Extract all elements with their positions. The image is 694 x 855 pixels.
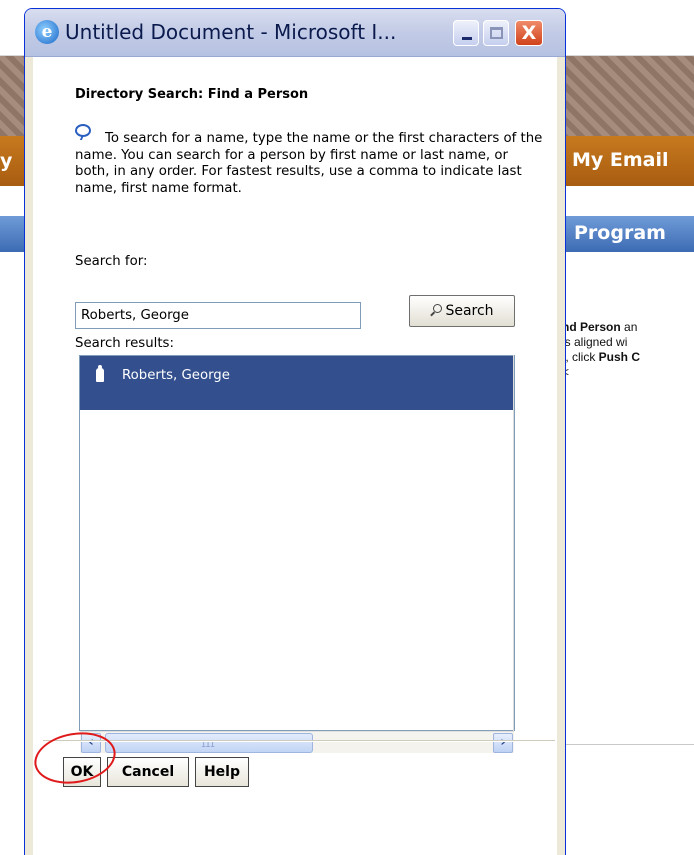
title-bar[interactable]: e Untitled Document - Microsoft I... X	[25, 9, 565, 57]
search-button-label: Search	[445, 303, 494, 319]
list-item[interactable]: Roberts, George	[80, 356, 514, 410]
maximize-icon	[490, 27, 503, 39]
dialog-heading: Directory Search: Find a Person	[75, 87, 309, 102]
result-name: Roberts, George	[122, 368, 230, 383]
maximize-button[interactable]	[483, 20, 509, 46]
magnifier-icon	[430, 304, 443, 316]
search-button[interactable]: Search	[409, 295, 515, 327]
horizontal-scrollbar[interactable]: ‹ III ›	[80, 731, 514, 753]
search-input[interactable]	[75, 302, 361, 329]
content-line: <	[562, 365, 640, 380]
popup-window: e Untitled Document - Microsoft I... X D…	[24, 8, 566, 855]
scrollbar-thumb[interactable]: III	[105, 733, 313, 753]
minimize-button[interactable]	[453, 20, 479, 46]
list-vertical-edge	[513, 355, 514, 731]
cancel-button[interactable]: Cancel	[107, 757, 189, 787]
nav-link-my-email[interactable]: My Email	[572, 149, 669, 171]
search-results-label: Search results:	[75, 336, 174, 351]
search-results-list[interactable]: Roberts, George	[79, 355, 515, 731]
window-title: Untitled Document - Microsoft I...	[65, 20, 397, 44]
close-button[interactable]: X	[515, 20, 543, 46]
help-button[interactable]: Help	[195, 757, 249, 787]
content-line: t, click Push C	[562, 350, 641, 364]
close-icon: X	[521, 22, 537, 44]
search-instructions: To search for a name, type the name or t…	[75, 131, 543, 196]
footer-separator	[43, 740, 555, 742]
scroll-right-button[interactable]: ›	[493, 733, 513, 753]
content-line: nd Person an	[562, 320, 638, 334]
background-left-edge	[0, 700, 24, 855]
background-nav-fragment: y	[0, 150, 13, 172]
search-for-label: Search for:	[75, 254, 148, 269]
content-line: is aligned wi	[562, 335, 628, 349]
person-icon	[96, 365, 104, 382]
tab-program[interactable]: Program	[574, 222, 666, 244]
dialog-content: Directory Search: Find a Person To searc…	[33, 57, 557, 855]
background-content-text: nd Person an is aligned wi t, click Push…	[562, 320, 640, 380]
internet-explorer-icon: e	[35, 20, 59, 44]
minimize-icon	[462, 37, 472, 40]
